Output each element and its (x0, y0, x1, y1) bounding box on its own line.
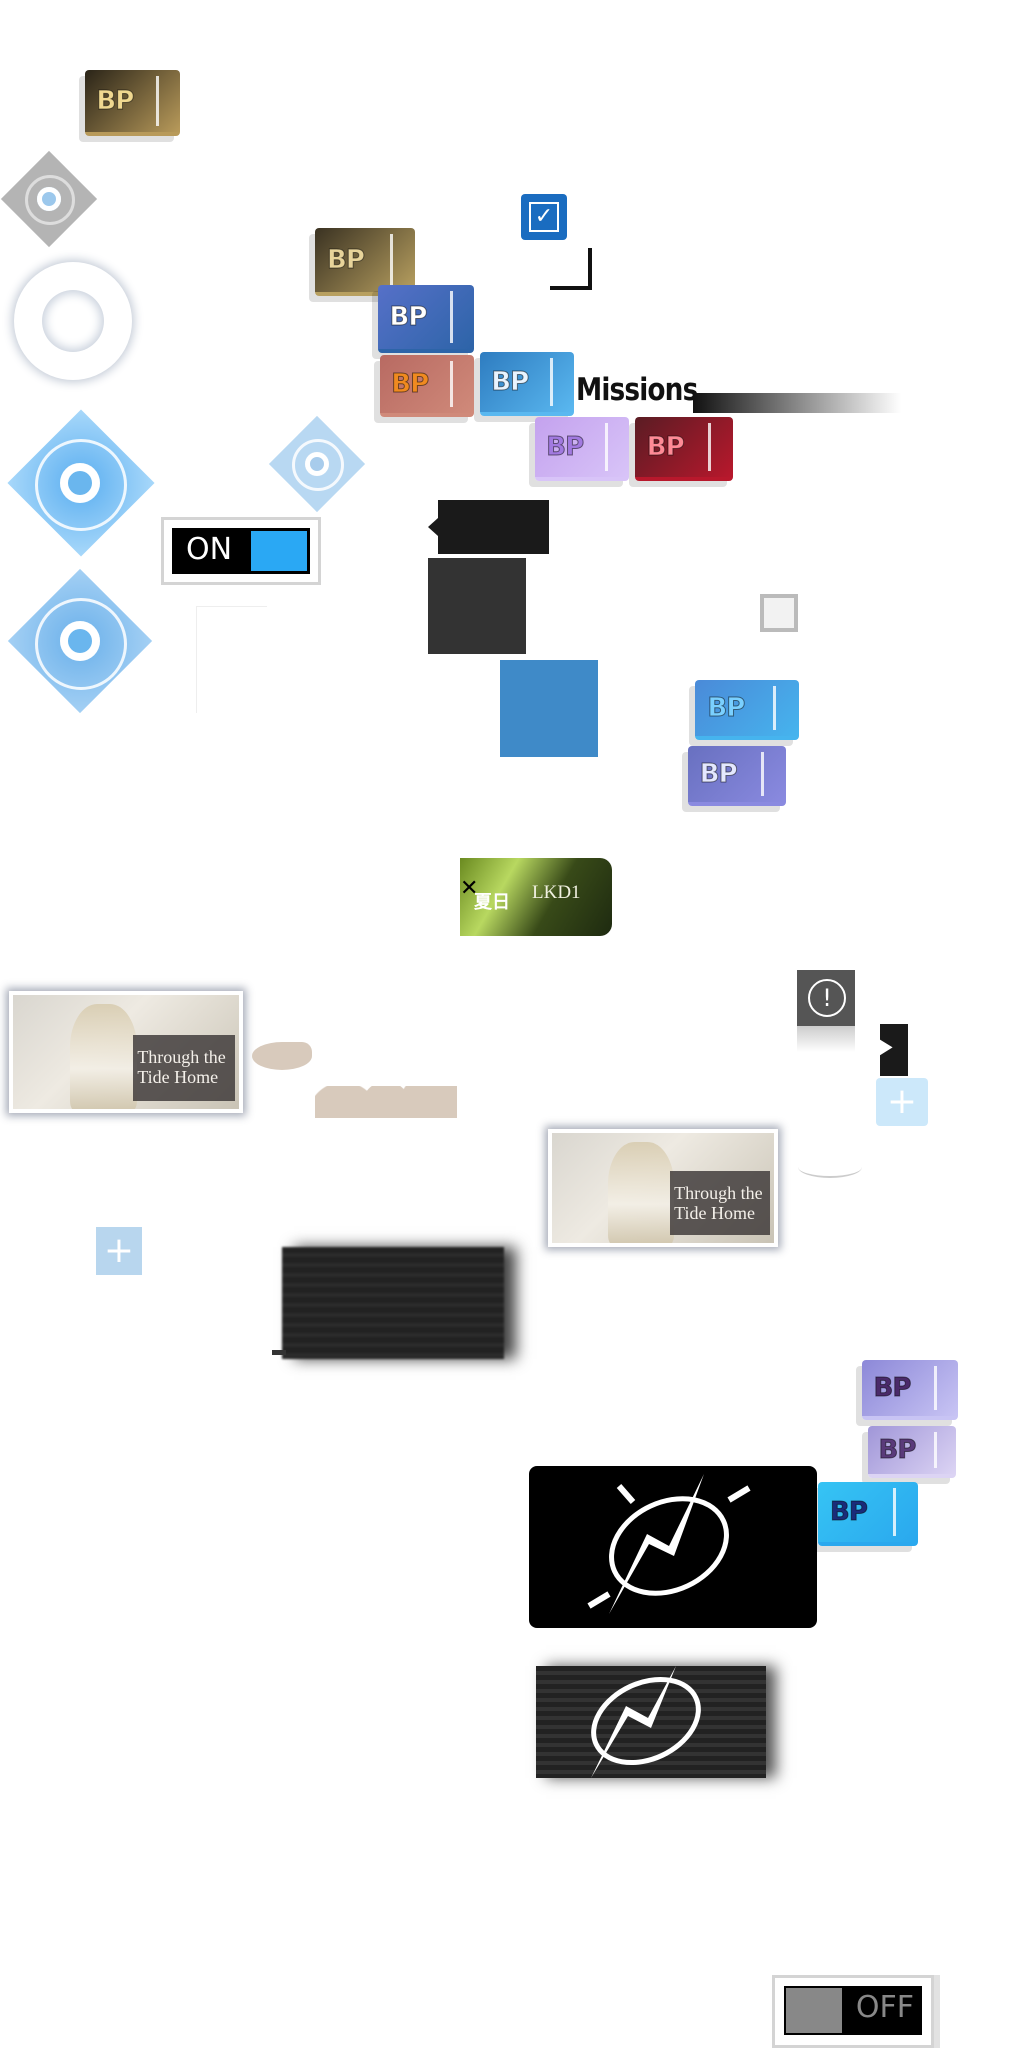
bp-label: BP (96, 86, 135, 117)
alert-button[interactable]: ! (797, 970, 855, 1026)
diamond-button-blue-large-alt[interactable] (7, 568, 153, 716)
check-icon: ✓ (529, 202, 559, 232)
toggle-off-knob (786, 1988, 842, 2033)
bp-label: BP (327, 245, 366, 276)
target-icon (60, 621, 100, 661)
ring-icon (14, 262, 132, 380)
toggle-on-label: ON (186, 532, 233, 567)
blue-panel (500, 660, 598, 757)
missions-title: Missions (576, 372, 698, 408)
story-card-caption: Through the Tide Home (133, 1034, 235, 1101)
stage-code: LKD1 (532, 882, 581, 903)
bp-ticket-coral[interactable]: BP (380, 355, 474, 417)
bp-ticket-crimson[interactable]: BP (635, 417, 733, 481)
toggle-on[interactable]: ON (161, 517, 321, 585)
bp-label: BP (873, 1373, 912, 1404)
bp-ticket-sky[interactable]: BP (695, 680, 799, 740)
toggle-off-label: OFF (855, 1990, 914, 2025)
bp-ticket-indigo[interactable]: BP (688, 746, 786, 806)
bp-label: BP (707, 693, 746, 724)
glitch-panel (282, 1247, 504, 1359)
missions-underline-gradient (693, 393, 901, 413)
bp-ticket-blue-circuit[interactable]: BP (378, 285, 474, 353)
plus-icon: + (886, 1081, 918, 1122)
story-card[interactable]: Through the Tide Home (9, 991, 243, 1113)
blank-frame (196, 606, 267, 713)
add-button-light[interactable]: + (876, 1078, 928, 1126)
lightning-emblem-icon (587, 1474, 751, 1614)
checkbox-checked[interactable]: ✓ (521, 194, 567, 240)
toggle-on-knob (251, 531, 307, 571)
bp-label: BP (391, 369, 430, 400)
bp-label: BP (878, 1435, 917, 1466)
bp-label: BP (491, 367, 530, 398)
bp-label: BP (699, 759, 738, 790)
back-tab-dark[interactable] (438, 500, 549, 554)
exclamation-icon: ! (808, 979, 846, 1017)
corner-frame-icon[interactable] (760, 594, 798, 632)
bp-label: BP (546, 432, 585, 463)
character-art (607, 1141, 675, 1243)
target-icon (37, 187, 61, 211)
target-icon (60, 463, 100, 503)
back-tab-arrow (428, 518, 438, 536)
alert-shadow (797, 1026, 855, 1052)
ellipse-shadow (798, 1156, 862, 1178)
stage-title: 夏日 (474, 892, 510, 913)
diamond-button-blue-small[interactable] (268, 415, 366, 513)
bp-ticket-gold[interactable]: BP (85, 70, 180, 136)
add-button[interactable]: + (96, 1227, 142, 1275)
bp-label: BP (389, 302, 428, 333)
lightning-emblem-glitch (536, 1666, 766, 1778)
bp-ticket-cyan[interactable]: BP (818, 1482, 918, 1546)
cloud-ornament-icon (315, 1086, 457, 1118)
bracket-tab[interactable] (880, 1024, 908, 1076)
plus-icon: + (103, 1230, 135, 1271)
story-card-caption: Through the Tide Home (670, 1171, 770, 1235)
story-card-selected[interactable]: Through the Tide Home (548, 1129, 778, 1247)
dark-panel (428, 558, 526, 654)
lightning-emblem-icon (591, 1666, 701, 1778)
target-icon (305, 452, 329, 476)
diamond-button-grey[interactable] (0, 150, 98, 248)
character-art (69, 1004, 138, 1109)
toggle-off[interactable]: OFF (772, 1975, 934, 2048)
bp-label: BP (646, 432, 685, 463)
bp-ticket-violet[interactable]: BP (862, 1360, 958, 1420)
glitch-dash (272, 1350, 286, 1355)
bp-ticket-ocean[interactable]: BP (480, 352, 574, 416)
checkbox-unchecked[interactable] (546, 244, 588, 286)
bp-ticket-lavender[interactable]: BP (535, 417, 629, 481)
bp-ticket-blossom[interactable]: BP (868, 1426, 956, 1478)
stage-banner[interactable]: ✕ 夏日 LKD1 (460, 858, 612, 936)
diamond-button-blue-large[interactable] (7, 407, 155, 559)
bp-label: BP (830, 1497, 869, 1528)
cloud-ornament-icon (252, 1042, 312, 1070)
lightning-emblem-panel[interactable] (529, 1466, 817, 1628)
